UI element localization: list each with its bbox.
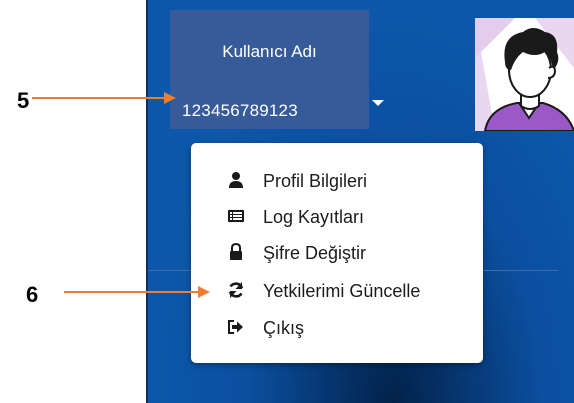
callout-arrowhead-6	[198, 286, 210, 298]
callout-arrows	[32, 92, 210, 298]
callout-arrowhead-5	[164, 92, 176, 104]
